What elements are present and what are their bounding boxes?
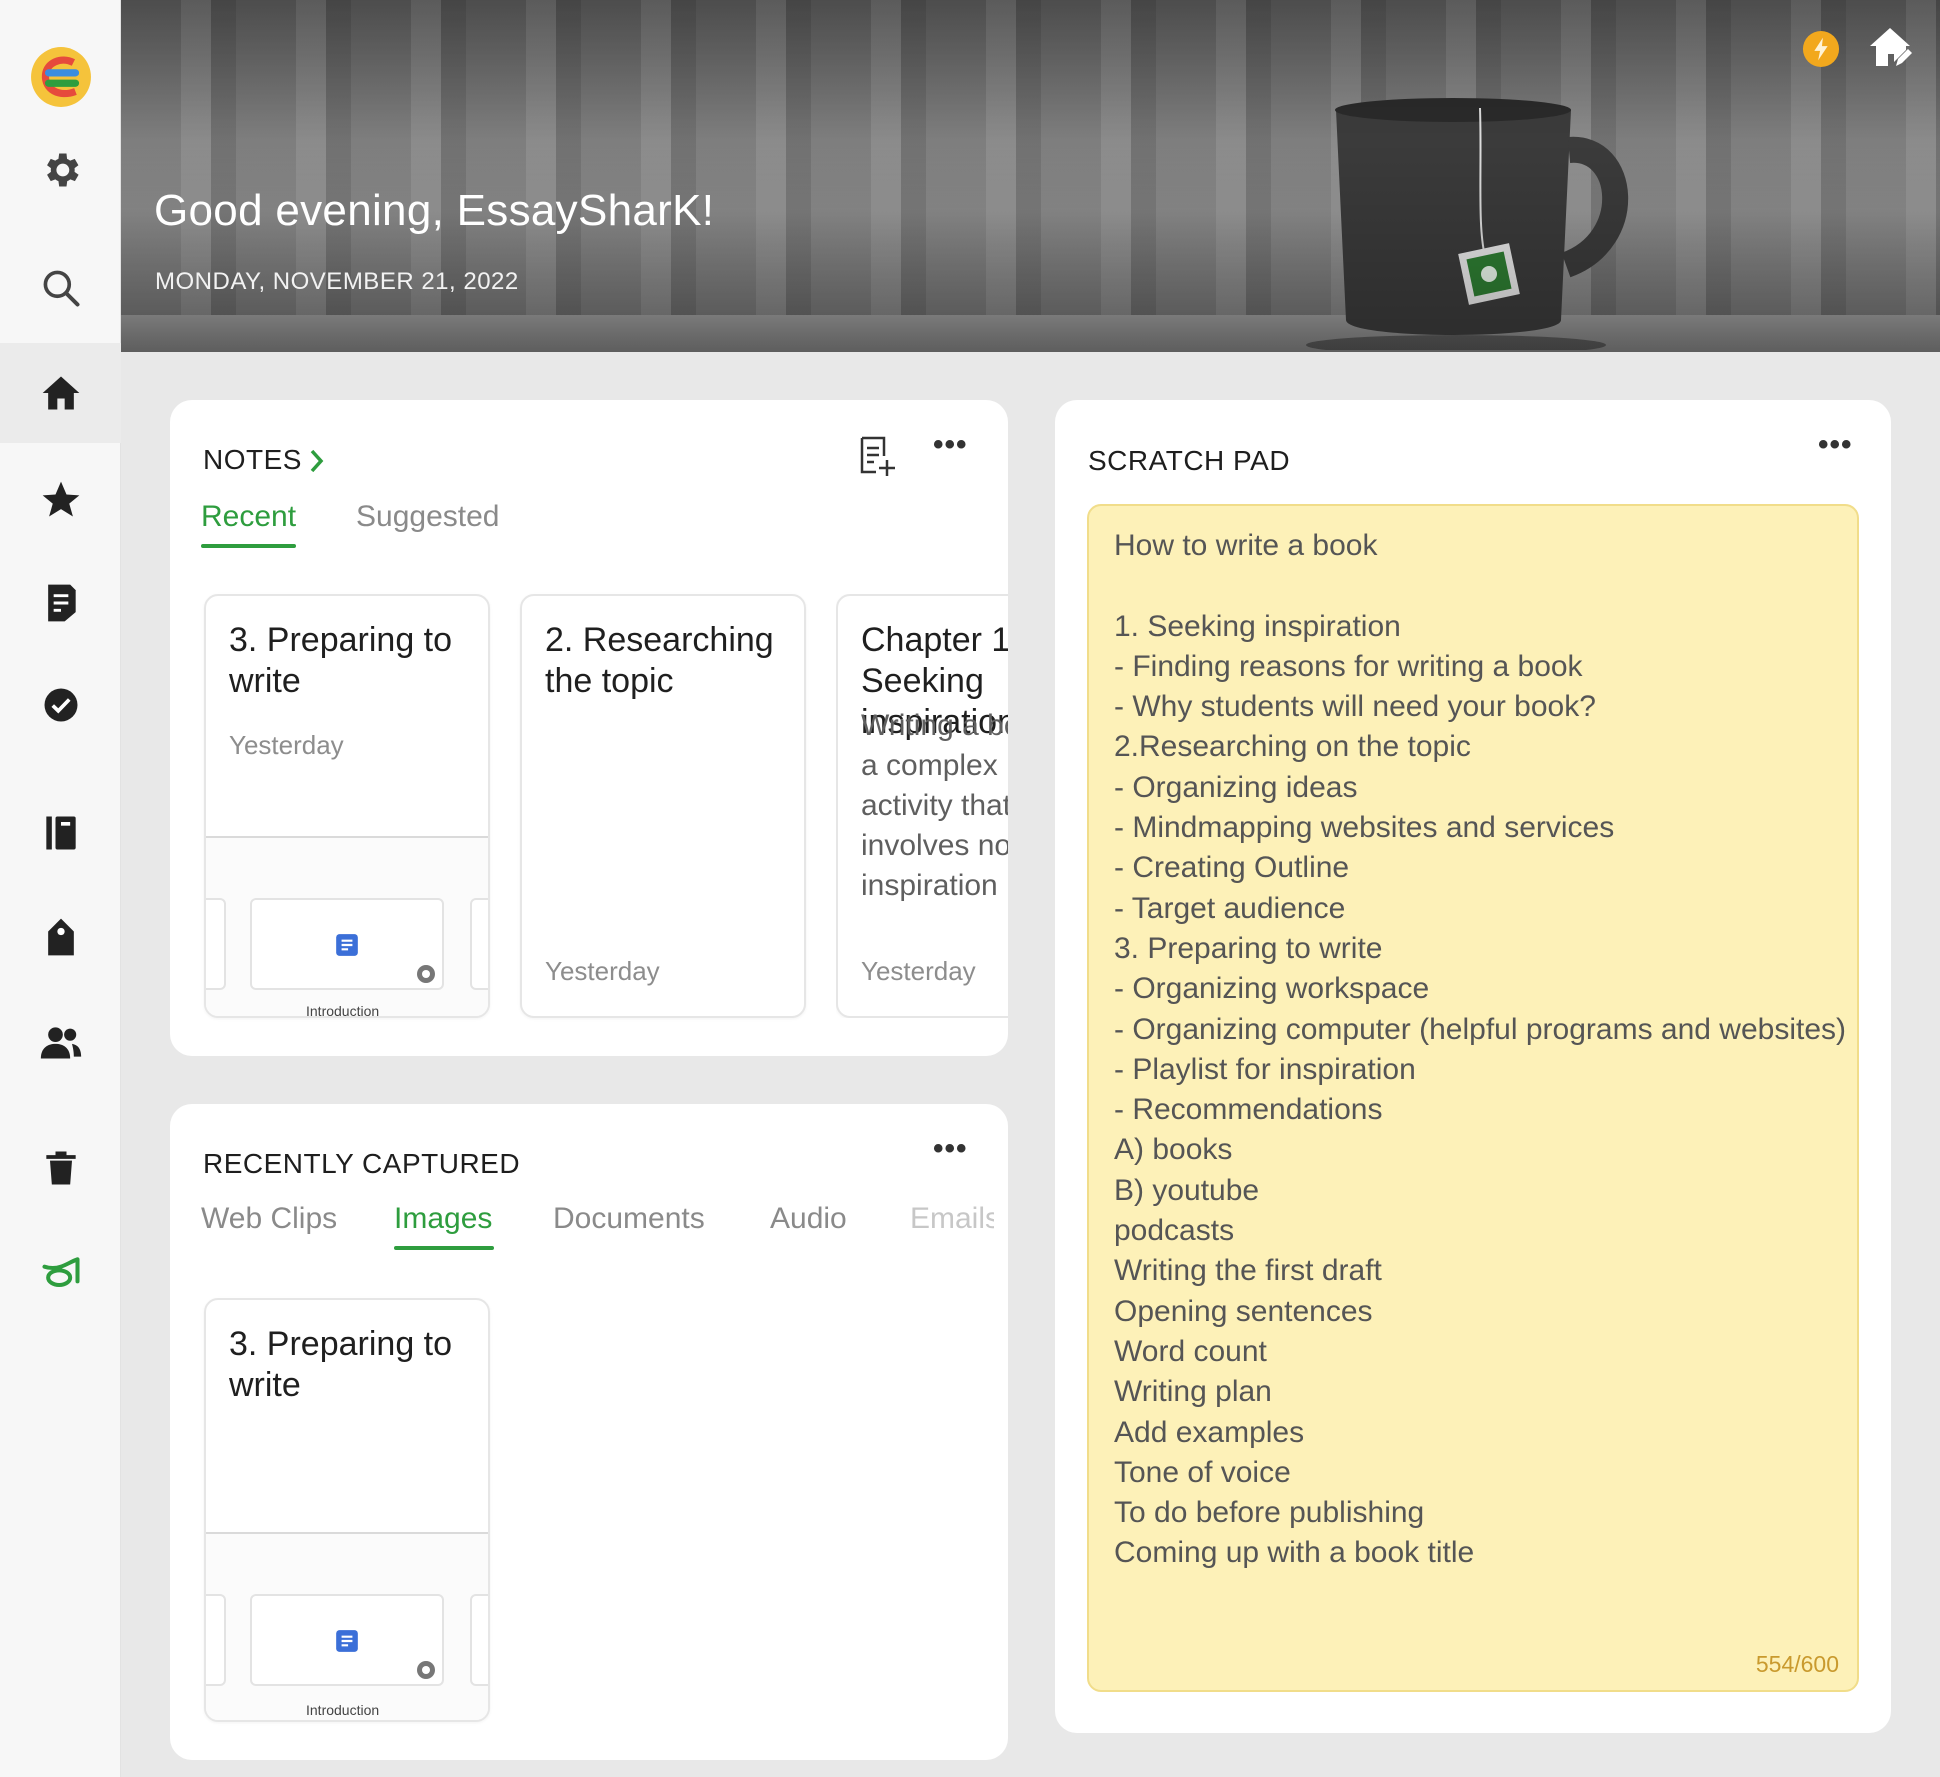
trash-icon	[45, 1151, 76, 1185]
app-logo	[30, 47, 91, 107]
shortcuts-button[interactable]	[0, 450, 121, 550]
tab-active-indicator	[394, 1246, 494, 1250]
notebook-icon	[45, 816, 76, 850]
notebooks-button[interactable]	[0, 783, 121, 883]
note-date: Yesterday	[861, 956, 976, 986]
notes-icon	[47, 584, 76, 622]
settings-button[interactable]	[0, 120, 121, 220]
note-date: Yesterday	[229, 730, 344, 760]
tab-emails[interactable]: Emails	[910, 1202, 994, 1236]
note-card-clip: Chapter 1 Seeking inspiration Writing a …	[836, 594, 1008, 1018]
hero-banner	[121, 0, 1940, 352]
people-icon	[40, 1027, 81, 1059]
note-card[interactable]: 2. Researching the topic Yesterday	[520, 594, 806, 1018]
whats-new-button[interactable]	[0, 1224, 121, 1324]
note-card[interactable]: Chapter 1 Seeking inspiration Writing a …	[836, 594, 1008, 1018]
note-card[interactable]: 3. Preparing to write Yesterday Introduc…	[204, 594, 490, 1018]
scratch-pad-text[interactable]: How to write a book 1. Seeking inspirati…	[1114, 526, 1846, 1574]
sidebar	[0, 0, 121, 1777]
greeting-title: Good evening, EssaySharK!	[154, 186, 715, 235]
thumbnail-label: Introduction	[306, 1003, 380, 1018]
home-edit-icon	[1870, 28, 1912, 66]
tab-active-indicator	[201, 544, 296, 548]
home-button[interactable]	[0, 343, 121, 443]
note-thumbnail: Introduction	[206, 836, 488, 1018]
note-title: 3. Preparing to write	[229, 621, 453, 700]
doc-preview	[250, 1594, 444, 1686]
check-circle-icon	[44, 688, 77, 722]
captured-more-button[interactable]: •••	[933, 1132, 968, 1166]
tags-button[interactable]	[0, 887, 121, 987]
recently-captured-title: RECENTLY CAPTURED	[203, 1148, 521, 1179]
doc-preview	[250, 898, 444, 990]
thumbnail-label: Introduction	[306, 1702, 380, 1718]
tab-suggested[interactable]: Suggested	[356, 500, 499, 534]
notes-widget-title[interactable]: NOTES	[203, 444, 302, 476]
captured-card[interactable]: 3. Preparing to write Introduction	[204, 1298, 490, 1722]
document-icon	[336, 1630, 358, 1652]
note-date: Yesterday	[545, 956, 660, 986]
captured-thumbnail: Introduction	[206, 1532, 488, 1720]
tab-recent[interactable]: Recent	[201, 500, 296, 534]
recently-captured-widget: RECENTLY CAPTURED ••• Web Clips Images D…	[170, 1104, 1008, 1760]
trash-button[interactable]	[0, 1118, 121, 1218]
record-icon	[417, 965, 435, 983]
notes-more-button[interactable]: •••	[933, 428, 968, 462]
tab-web-clips[interactable]: Web Clips	[201, 1202, 337, 1236]
search-button[interactable]	[0, 238, 121, 338]
scratch-pad-more-button[interactable]: •••	[1818, 428, 1853, 462]
notes-button[interactable]	[0, 553, 121, 653]
tab-audio[interactable]: Audio	[770, 1202, 847, 1236]
megaphone-icon	[41, 1257, 80, 1288]
scratch-pad-title: SCRATCH PAD	[1088, 445, 1291, 476]
chevron-right-icon[interactable]	[307, 444, 329, 478]
search-icon	[43, 270, 80, 307]
home-icon	[42, 376, 79, 410]
tab-images[interactable]: Images	[394, 1202, 492, 1236]
current-date: MONDAY, NOVEMBER 21, 2022	[155, 268, 519, 295]
gear-icon	[46, 153, 79, 187]
tasks-button[interactable]	[0, 655, 121, 755]
note-title: 2. Researching the topic	[545, 621, 774, 700]
captured-title: 3. Preparing to write	[229, 1325, 453, 1404]
upgrade-button[interactable]	[1802, 30, 1840, 73]
new-note-icon[interactable]	[856, 434, 898, 478]
document-icon	[336, 934, 358, 956]
character-count: 554/600	[1755, 1651, 1839, 1677]
customize-home-button[interactable]	[1866, 24, 1914, 77]
scratch-pad-editor[interactable]: How to write a book 1. Seeking inspirati…	[1087, 504, 1859, 1692]
tab-documents[interactable]: Documents	[553, 1202, 705, 1236]
note-snippet: Writing a book is a complex activity tha…	[861, 709, 1008, 902]
lightning-icon	[1802, 30, 1840, 68]
tag-icon	[47, 918, 74, 956]
notes-widget: NOTES ••• Recent Suggested 3. Preparing …	[170, 400, 1008, 1056]
app-logo-button[interactable]	[0, 27, 121, 127]
record-icon	[417, 1661, 435, 1679]
hero-shade	[121, 0, 1940, 352]
shared-button[interactable]	[0, 992, 121, 1092]
star-icon	[42, 481, 79, 517]
